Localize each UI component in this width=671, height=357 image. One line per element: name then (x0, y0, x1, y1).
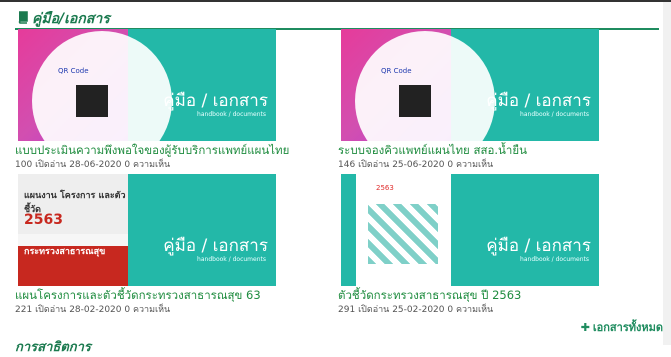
qr-code-icon (76, 85, 108, 117)
cover-line2: กระทรวงสาธารณสุข (24, 247, 106, 257)
views-count: 100 (15, 160, 33, 170)
document-thumbnail[interactable]: QR Code คู่มือ / เอกสาร handbook / docum… (341, 29, 599, 141)
card-meta: 146 เปิดอ่าน 25-06-2020 0 ความเห็น (338, 157, 628, 171)
views-label: เปิดอ่าน (358, 305, 390, 315)
section-title: คู่มือ/เอกสาร (32, 11, 110, 27)
card-meta: 291 เปิดอ่าน 25-02-2020 0 ความเห็น (338, 302, 628, 316)
section-header: คู่มือ/เอกสาร (15, 4, 659, 30)
next-section-title: การสาธิตการ (15, 340, 91, 355)
qr-label: QR Code (58, 67, 89, 75)
document-thumbnail[interactable]: 2563 คู่มือ / เอกสาร handbook / document… (341, 174, 599, 286)
thumbnail-subtitle: handbook / documents (197, 256, 266, 263)
scrollbar[interactable] (663, 2, 671, 345)
document-thumbnail[interactable]: แผนงาน โครงการ และตัวชี้วัด 2563 กระทรวง… (18, 174, 276, 286)
top-border (0, 0, 671, 2)
views-label: เปิดอ่าน (35, 305, 67, 315)
comments-count: 0 (124, 305, 131, 315)
document-card[interactable]: QR Code คู่มือ / เอกสาร handbook / docum… (338, 29, 628, 171)
document-thumbnail[interactable]: QR Code คู่มือ / เอกสาร handbook / docum… (18, 29, 276, 141)
all-documents-label: เอกสารทั้งหมด (592, 321, 663, 334)
document-card[interactable]: QR Code คู่มือ / เอกสาร handbook / docum… (15, 29, 305, 171)
document-card[interactable]: แผนงาน โครงการ และตัวชี้วัด 2563 กระทรวง… (15, 174, 305, 316)
comments-label: ความเห็น (132, 305, 171, 315)
thumbnail-subtitle: handbook / documents (520, 111, 589, 118)
document-card[interactable]: 2563 คู่มือ / เอกสาร handbook / document… (338, 174, 628, 316)
comments-label: ความเห็น (455, 305, 494, 315)
views-label: เปิดอ่าน (358, 160, 390, 170)
card-meta: 221 เปิดอ่าน 28-02-2020 0 ความเห็น (15, 302, 305, 316)
thumbnail-subtitle: handbook / documents (197, 111, 266, 118)
comments-label: ความเห็น (455, 160, 494, 170)
thumbnail-title: คู่มือ / เอกสาร (486, 236, 591, 256)
qr-label: QR Code (381, 67, 412, 75)
post-date: 28-02-2020 (69, 305, 122, 315)
post-date: 25-02-2020 (392, 305, 445, 315)
views-count: 291 (338, 305, 356, 315)
book-icon (18, 11, 28, 24)
thumbnail-subtitle: handbook / documents (520, 256, 589, 263)
cover-year: 2563 (376, 184, 394, 192)
next-section-header: การสาธิตการ (15, 336, 659, 356)
all-documents-link[interactable]: ✚ เอกสารทั้งหมด (581, 318, 663, 336)
views-count: 221 (15, 305, 33, 315)
thumbnail-title: คู่มือ / เอกสาร (163, 91, 268, 111)
document-cover: 2563 (356, 174, 451, 286)
document-cover: แผนงาน โครงการ และตัวชี้วัด 2563 กระทรวง… (18, 174, 128, 286)
comments-label: ความเห็น (132, 160, 171, 170)
cover-year: 2563 (24, 212, 63, 228)
thumbnail-title: คู่มือ / เอกสาร (163, 236, 268, 256)
comments-count: 0 (124, 160, 131, 170)
post-date: 28-06-2020 (69, 160, 122, 170)
views-count: 146 (338, 160, 356, 170)
qr-code-icon (399, 85, 431, 117)
views-label: เปิดอ่าน (35, 160, 67, 170)
comments-count: 0 (447, 305, 454, 315)
thumbnail-title: คู่มือ / เอกสาร (486, 91, 591, 111)
post-date: 25-06-2020 (392, 160, 445, 170)
plus-icon: ✚ (580, 321, 590, 334)
comments-count: 0 (447, 160, 454, 170)
card-meta: 100 เปิดอ่าน 28-06-2020 0 ความเห็น (15, 157, 305, 171)
